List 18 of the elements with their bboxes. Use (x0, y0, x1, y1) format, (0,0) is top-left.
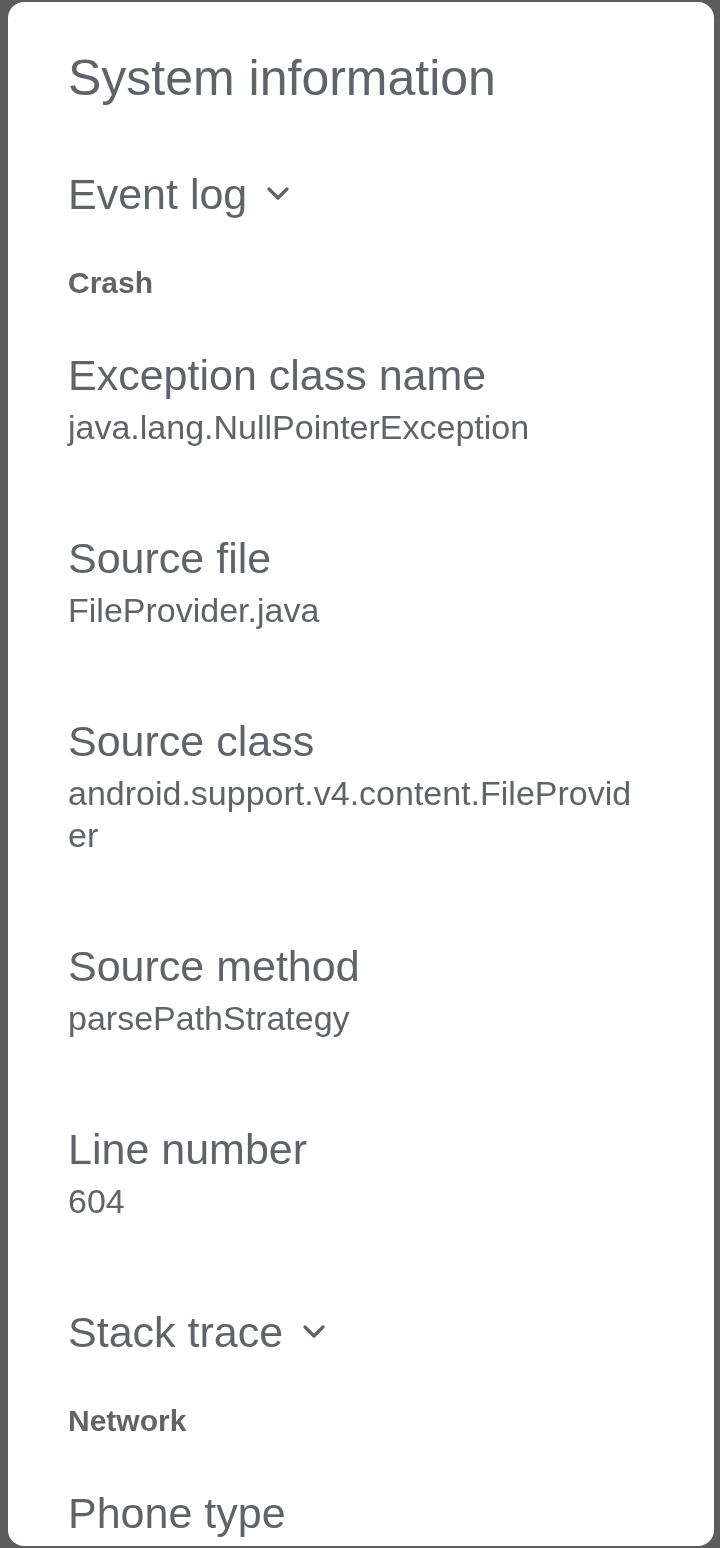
section-toggle[interactable]: Event log (68, 169, 290, 219)
field-label: Exception class name (68, 350, 487, 400)
section-toggle[interactable]: Stack trace (68, 1307, 326, 1357)
chevron-down-icon (303, 1325, 326, 1339)
section-heading: Crash (68, 265, 154, 301)
field-value: java.lang.NullPointerException (68, 407, 531, 448)
field-value: parsePathStrategy (68, 998, 351, 1039)
field-label: Phone type (68, 1488, 286, 1538)
field-value: 604 (68, 1181, 126, 1222)
field-label: Source file (68, 533, 272, 583)
field-label: Source class (68, 716, 315, 766)
field-label: Source method (68, 941, 360, 991)
dialog-title: System information (68, 49, 496, 108)
section-heading: Network (68, 1403, 187, 1439)
field-value: FileProvider.java (68, 590, 321, 631)
field-label: Line number (68, 1124, 308, 1174)
chevron-down-icon (267, 187, 290, 201)
field-value: android.support.v4.content.FileProvider (68, 773, 633, 856)
